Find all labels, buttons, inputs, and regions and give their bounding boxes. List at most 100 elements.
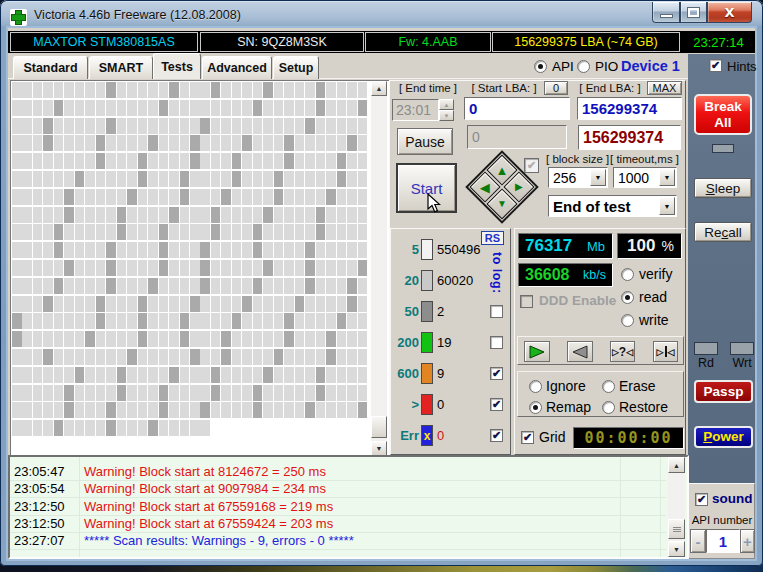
grid-scrollbar[interactable]: ▲ ▼ [371, 81, 387, 456]
app-window: Victoria 4.46b Freeware (12.08.2008) X M… [0, 0, 763, 566]
end-lba-input[interactable]: 156299374 [577, 97, 682, 120]
legend-block-5 [421, 239, 433, 260]
drive-firmware: Fw: 4.AAB [365, 32, 491, 52]
log-row-time: 23:12:50 [14, 516, 78, 531]
end-time-label: [ End time ] [395, 82, 461, 94]
close-button[interactable]: X [707, 2, 752, 23]
sound-checkbox[interactable]: ✔ [695, 493, 708, 506]
log-200-checkbox[interactable] [490, 336, 503, 349]
verify-label: verify [639, 266, 672, 282]
block-size-dropdown-icon[interactable]: ▼ [590, 169, 606, 186]
power-button[interactable]: Power [694, 426, 753, 448]
seek-test-button[interactable]: ▷?◁ [610, 341, 635, 362]
erase-radio[interactable] [602, 380, 615, 393]
tab-tests[interactable]: Tests [153, 53, 201, 79]
verify-radio[interactable] [621, 268, 634, 281]
log-50-checkbox[interactable] [490, 305, 503, 318]
ddd-enable-label: DDD Enable [539, 293, 616, 308]
ignore-radio[interactable] [529, 380, 542, 393]
write-label: write [639, 312, 669, 328]
end-time-field[interactable]: 23:01 [392, 99, 439, 121]
edge-bar-icon [665, 346, 667, 357]
seek-pad-checkbox[interactable]: ✔ [524, 158, 539, 173]
max-button[interactable]: MAX [647, 81, 682, 95]
api-radio[interactable] [534, 60, 547, 73]
end-of-test-select[interactable]: End of test▼ [548, 195, 677, 217]
log-scroll-thumb[interactable] [668, 519, 685, 539]
log-scroll-down-icon[interactable]: ▼ [668, 541, 685, 557]
mb-value: 76317 [525, 236, 572, 256]
start-lba-zero-button[interactable]: 0 [544, 81, 568, 95]
log-row-message: Warning! Block start at 67559424 = 203 m… [84, 516, 333, 531]
log-600-checkbox[interactable]: ✔ [490, 367, 503, 380]
read-activity-led [694, 342, 718, 355]
write-led-label: Wrt [730, 356, 754, 370]
api-number-value: 1 [706, 529, 740, 553]
scan-backward-button[interactable] [567, 341, 593, 362]
grid-scroll-down-icon[interactable]: ▼ [371, 441, 387, 456]
maximize-button[interactable] [680, 2, 707, 23]
end-lba-label: [ End LBA: ] [576, 82, 644, 94]
legend-block-err: x [421, 425, 433, 446]
scan-grid-cells [11, 81, 389, 456]
pio-label: PIO [595, 59, 618, 74]
end-time-spin-up-icon[interactable]: ▲ [439, 99, 454, 110]
pause-button[interactable]: Pause [397, 128, 453, 155]
tab-advanced[interactable]: Advanced [202, 56, 272, 79]
restore-radio[interactable] [602, 401, 615, 414]
legend-block-200 [421, 332, 433, 353]
block-size-value: 256 [553, 170, 576, 186]
mb-display: 76317 Mb [518, 233, 613, 259]
hints-checkbox[interactable]: ✔ [709, 59, 722, 72]
tab-standard[interactable]: Standard [13, 56, 88, 79]
log-scroll-up-icon[interactable]: ▲ [668, 457, 685, 473]
rs-button[interactable]: RS [481, 231, 504, 245]
remap-radio[interactable] [529, 401, 542, 414]
seek-test-right-icon: ▷ [612, 347, 619, 357]
end-time-spin-down-icon[interactable]: ▼ [439, 110, 454, 121]
minimize-button[interactable] [652, 2, 680, 23]
tab-setup[interactable]: Setup [273, 56, 319, 79]
log-gt-checkbox[interactable]: ✔ [490, 398, 503, 411]
read-radio[interactable] [621, 291, 634, 304]
legend-label-20: 20 [394, 273, 419, 288]
write-radio[interactable] [621, 314, 634, 327]
erase-label: Erase [619, 378, 656, 394]
log-grid-line [10, 497, 666, 498]
tab-smart[interactable]: SMART [89, 56, 153, 79]
defect-action-panel: Ignore Erase Remap Restore [517, 371, 684, 417]
log-column-separator [79, 457, 80, 557]
timeout-dropdown-icon[interactable]: ▼ [659, 169, 675, 186]
edge-right-icon: ▷ [657, 347, 664, 357]
timeout-select[interactable]: 1000▼ [613, 167, 677, 188]
legend-count-600: 9 [437, 366, 444, 381]
sleep-button[interactable]: Sleep [694, 178, 752, 198]
recall-button[interactable]: Recall [694, 222, 752, 242]
end-of-test-dropdown-icon[interactable]: ▼ [659, 197, 675, 215]
minimize-icon [660, 14, 673, 18]
grid-scroll-thumb[interactable] [371, 416, 387, 438]
pio-radio[interactable] [577, 60, 590, 73]
scan-forward-button[interactable] [524, 341, 550, 362]
api-number-minus-button[interactable]: - [690, 529, 706, 553]
passp-button[interactable]: Passp [694, 380, 753, 403]
legend-label-err: Err [394, 428, 419, 443]
log-err-checkbox[interactable]: ✔ [490, 429, 503, 442]
start-lba-input[interactable]: 0 [464, 97, 570, 120]
ddd-enable-checkbox[interactable] [520, 295, 533, 308]
edge-seek-button[interactable]: ▷◁ [653, 341, 678, 362]
read-label: read [639, 289, 667, 305]
log-scrollbar[interactable]: ▲ ▼ [668, 457, 685, 557]
read-led-label: Rd [694, 356, 718, 370]
block-size-select[interactable]: 256 ▼ [548, 167, 608, 188]
grid-scroll-up-icon[interactable]: ▲ [371, 81, 387, 96]
device-label[interactable]: Device 1 [621, 58, 680, 74]
grid-label: Grid [539, 429, 565, 445]
log-grid-line [10, 549, 666, 550]
break-all-button[interactable]: BreakAll [694, 94, 752, 135]
percent-unit: % [662, 238, 674, 254]
api-number-plus-button[interactable]: + [740, 529, 755, 553]
log-column-separator-3 [660, 457, 661, 557]
media-button-bar: ▷?◁ ▷◁ [517, 336, 684, 365]
grid-checkbox[interactable]: ✔ [521, 431, 534, 444]
